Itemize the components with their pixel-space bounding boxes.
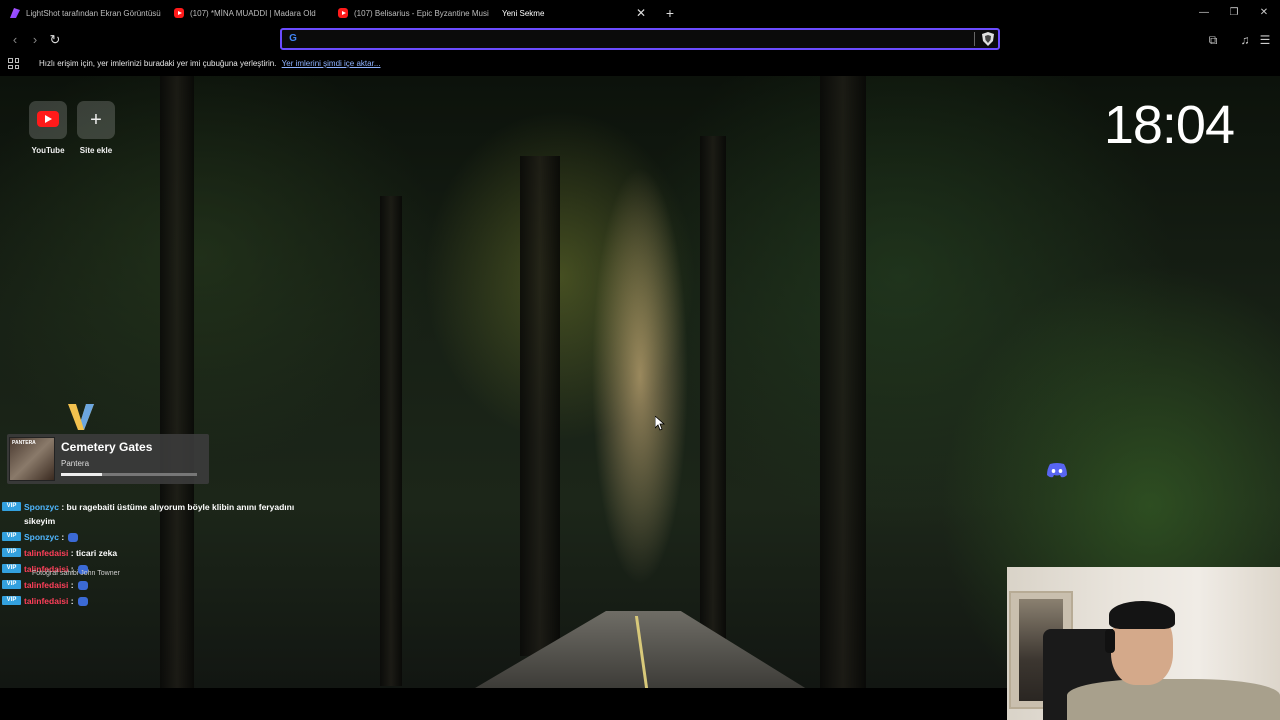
- screenshot-icon[interactable]: ⧉: [1205, 32, 1221, 48]
- v-logo-icon: [68, 404, 94, 430]
- close-icon[interactable]: ✕: [636, 6, 646, 20]
- chat-message: VIP Sponzyc : bu ragebaiti üstüme alıyoru…: [2, 500, 322, 528]
- tree-trunk: [700, 136, 726, 656]
- shield-icon[interactable]: [982, 32, 994, 46]
- chat-username: Sponzyc: [24, 532, 59, 542]
- music-icon[interactable]: ♫: [1237, 32, 1253, 48]
- forward-icon[interactable]: ›: [26, 31, 44, 49]
- bottom-strip: [0, 688, 1007, 720]
- chat-text: :: [70, 580, 74, 590]
- chat-text: :: [70, 596, 74, 606]
- tab-lightshot[interactable]: LightShot tarafından Ekran Görüntüsü: [0, 0, 164, 26]
- song-progress-bar: [61, 473, 197, 476]
- chat-username: Sponzyc: [24, 502, 59, 512]
- tab-title: LightShot tarafından Ekran Görüntüsü: [26, 8, 161, 18]
- tab-strip: LightShot tarafından Ekran Görüntüsü (10…: [0, 0, 1280, 26]
- bookmark-hint-text: Hızlı erişim için, yer imlerinizi burada…: [39, 59, 277, 68]
- reload-icon[interactable]: ↻: [46, 31, 64, 49]
- chat-message: VIP talinfedaisi :: [2, 578, 322, 592]
- toolbar: ‹ › ↻ G ⧉ ♫ ☰: [0, 26, 1280, 54]
- speed-dial-add-site[interactable]: +: [77, 101, 115, 139]
- youtube-icon: [338, 8, 348, 18]
- tab-youtube-2[interactable]: (107) Belisarius - Epic Byzantine Musi: [328, 0, 492, 26]
- clock: 18:04: [1103, 95, 1235, 155]
- minimize-icon[interactable]: —: [1188, 0, 1220, 26]
- song-progress-fill: [61, 473, 102, 476]
- chat-overlay: VIP Sponzyc : bu ragebaiti üstüme alıyoru…: [2, 500, 322, 610]
- chat-username: talinfedaisi: [24, 580, 69, 590]
- vip-badge-icon: VIP: [2, 580, 21, 589]
- google-icon: G: [289, 33, 297, 44]
- person-body: [1067, 679, 1280, 720]
- now-playing-card: PANTERA Cemetery Gates Pantera: [7, 434, 209, 484]
- person-hair: [1109, 601, 1175, 629]
- emote-icon: [77, 581, 88, 591]
- tab-title: (107) *MİNA MUADDI | Madara Old: [190, 8, 316, 18]
- chat-message: VIP talinfedaisi :: [2, 594, 322, 608]
- chat-text: : bu ragebaiti üstüme alıyorum böyle kli…: [24, 502, 295, 526]
- album-art-text: PANTERA: [12, 440, 36, 446]
- back-icon[interactable]: ‹: [6, 31, 24, 49]
- bookmark-bar: Hızlı erişim için, yer imlerinizi burada…: [0, 54, 1280, 76]
- tree-trunk: [520, 156, 560, 656]
- emote-icon: [77, 597, 88, 607]
- vip-badge-icon: VIP: [2, 502, 21, 511]
- youtube-icon: [37, 111, 59, 127]
- webcam-overlay: [1007, 567, 1280, 720]
- photo-credit[interactable]: Fotoğraf sahibi John Towner: [32, 570, 120, 577]
- tab-new-tab[interactable]: Yeni Sekme ✕: [492, 0, 656, 26]
- vip-badge-icon: VIP: [2, 596, 21, 605]
- divider: [974, 32, 975, 46]
- tree-trunk: [380, 196, 402, 686]
- address-bar[interactable]: G: [280, 28, 1000, 50]
- new-tab-button[interactable]: +: [662, 4, 678, 22]
- album-art: PANTERA: [9, 437, 55, 481]
- vip-badge-icon: VIP: [2, 548, 21, 557]
- apps-grid-icon[interactable]: [8, 58, 19, 69]
- import-bookmarks-link[interactable]: Yer imlerini şimdi içe aktar...: [282, 59, 381, 68]
- speed-dial-label: Site ekle: [79, 146, 113, 155]
- chat-text: : ticari zeka: [70, 548, 118, 558]
- chat-message: VIP talinfedaisi : ticari zeka: [2, 546, 322, 560]
- chat-text: :: [61, 532, 65, 542]
- headphone-icon: [1105, 629, 1115, 653]
- address-input[interactable]: [304, 31, 964, 47]
- bookmark-hint: Hızlı erişim için, yer imlerinizi burada…: [39, 59, 381, 68]
- tab-title: (107) Belisarius - Epic Byzantine Musi: [354, 8, 489, 18]
- chat-username: talinfedaisi: [24, 548, 69, 558]
- chat-username: talinfedaisi: [24, 596, 69, 606]
- lightshot-icon: [10, 8, 20, 18]
- emote-icon: [68, 533, 79, 543]
- song-title: Cemetery Gates: [61, 440, 153, 454]
- menu-icon[interactable]: ☰: [1257, 32, 1273, 48]
- discord-icon: [1047, 463, 1067, 478]
- chat-message: VIP Sponzyc :: [2, 530, 322, 544]
- vip-badge-icon: VIP: [2, 532, 21, 541]
- plus-icon: +: [90, 109, 102, 131]
- mouse-cursor-icon: [655, 416, 666, 431]
- speed-dial-youtube[interactable]: [29, 101, 67, 139]
- tree-trunk: [820, 76, 866, 688]
- window-close-icon[interactable]: ✕: [1248, 0, 1280, 26]
- tab-youtube-1[interactable]: (107) *MİNA MUADDI | Madara Old: [164, 0, 328, 26]
- song-artist: Pantera: [61, 459, 90, 468]
- youtube-icon: [174, 8, 184, 18]
- vip-badge-icon: VIP: [2, 564, 21, 573]
- tab-title: Yeni Sekme: [502, 8, 545, 18]
- restore-icon[interactable]: ❐: [1218, 0, 1250, 26]
